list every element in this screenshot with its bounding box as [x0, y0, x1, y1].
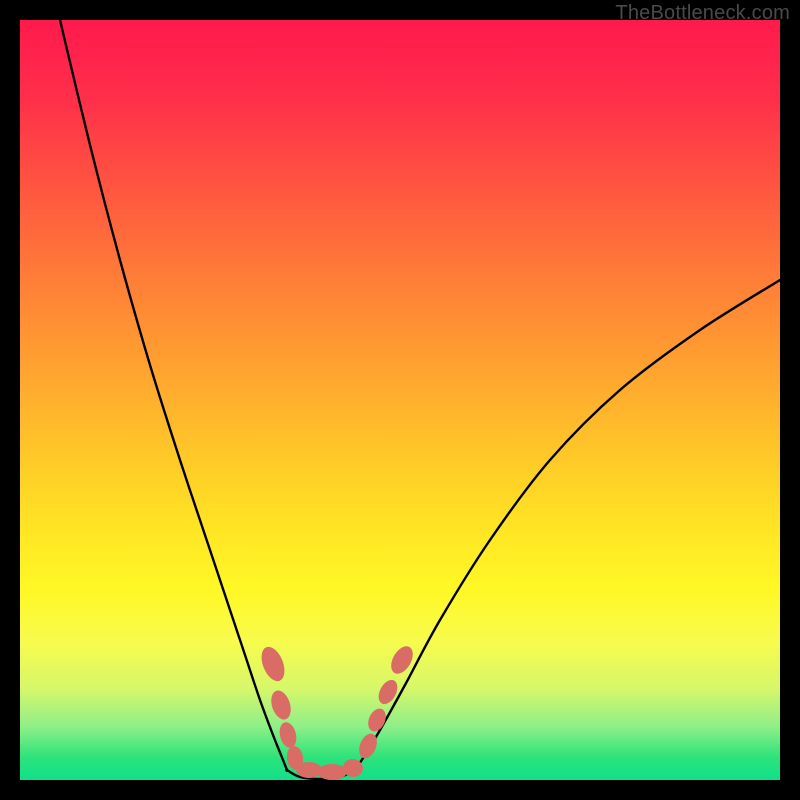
curve-marker	[257, 644, 289, 685]
gradient-plot-area	[20, 20, 780, 780]
curve-marker	[375, 677, 401, 707]
bottleneck-curve-svg	[20, 20, 780, 780]
curve-marker	[277, 720, 299, 749]
curve-markers-group	[257, 643, 417, 780]
watermark-text: TheBottleneck.com	[615, 2, 790, 25]
curve-marker	[317, 764, 347, 780]
bottleneck-curve	[60, 20, 780, 779]
curve-marker	[268, 688, 294, 722]
